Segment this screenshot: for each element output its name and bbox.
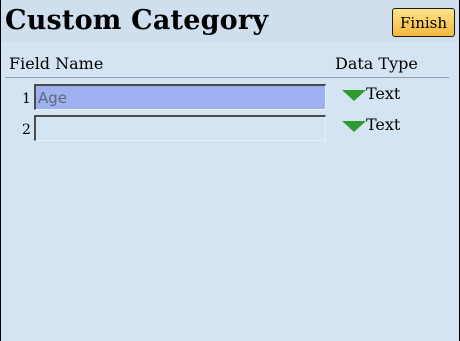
column-header-data-type: Data Type — [335, 54, 418, 73]
custom-category-screen: Custom Category Finish Field Name Data T… — [0, 0, 460, 341]
row-number: 2 — [22, 122, 31, 138]
finish-button[interactable]: Finish — [392, 8, 455, 37]
header-divider — [5, 77, 449, 78]
field-row: 1 Text — [1, 84, 459, 110]
data-type-label: Text — [366, 84, 401, 103]
field-name-input[interactable] — [34, 84, 326, 110]
triangle-down-icon — [342, 121, 366, 132]
title-bar: Custom Category Finish — [1, 0, 459, 42]
triangle-down-icon — [342, 90, 366, 101]
page-title: Custom Category — [5, 5, 269, 36]
row-number: 1 — [22, 91, 31, 107]
column-header-field-name: Field Name — [9, 54, 104, 73]
field-name-input[interactable] — [34, 115, 326, 141]
data-type-label: Text — [366, 115, 401, 134]
field-row: 2 Text — [1, 115, 459, 141]
